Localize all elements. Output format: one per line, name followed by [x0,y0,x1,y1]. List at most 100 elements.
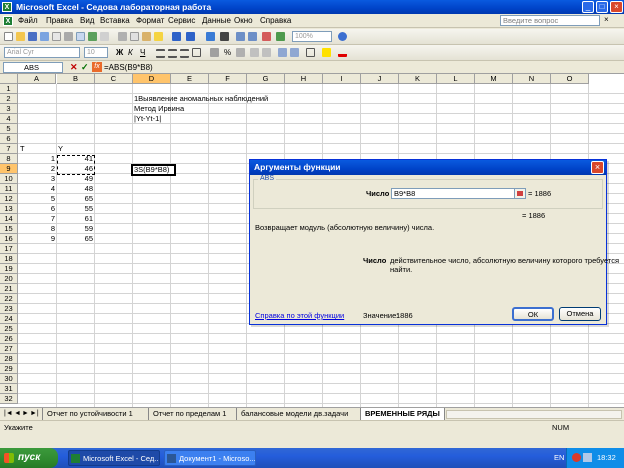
row-header[interactable]: 10 [0,174,18,184]
row-header[interactable]: 4 [0,114,18,124]
column-header[interactable]: I [323,74,361,84]
column-header[interactable]: L [437,74,475,84]
row-header[interactable]: 17 [0,244,18,254]
borders-icon[interactable] [306,48,315,57]
cell-d2[interactable]: 1Выявление аномальных наблюдений [134,94,268,104]
row-header[interactable]: 23 [0,304,18,314]
row-header[interactable]: 12 [0,194,18,204]
collapse-dialog-icon[interactable] [514,188,526,199]
permission-icon[interactable] [40,32,49,41]
row-header[interactable]: 7 [0,144,18,154]
first-sheet-icon[interactable]: |◄ [4,408,13,420]
formula-input[interactable]: =ABS(B9*B8) [104,63,153,72]
cell-y-value[interactable]: 49 [57,174,93,184]
undo-icon[interactable] [172,32,181,41]
zoom-select[interactable]: 100% [292,31,332,42]
cell-t-value[interactable]: 2 [18,164,55,174]
select-all-corner[interactable] [0,74,18,84]
column-header[interactable]: O [551,74,589,84]
row-header[interactable]: 18 [0,254,18,264]
align-left-icon[interactable] [156,49,165,58]
tab-balance-models[interactable]: балансовые модели дв.задачи [236,408,352,420]
number-argument-input[interactable]: B9*B8 [391,188,517,199]
row-header[interactable]: 5 [0,124,18,134]
cell-d4[interactable]: |Yt-Yt-1| [134,114,161,124]
column-header[interactable]: A [18,74,56,84]
cell-y-value[interactable]: 61 [57,214,93,224]
row-header[interactable]: 25 [0,324,18,334]
menu-help[interactable]: Справка [260,16,291,25]
new-icon[interactable] [4,32,13,41]
column-header[interactable]: J [361,74,399,84]
help-link[interactable]: Справка по этой функции [255,311,344,320]
cancel-formula-icon[interactable]: ✕ [70,62,78,73]
cell-b7[interactable]: Y [58,144,63,154]
research-icon[interactable] [100,32,109,41]
hyperlink-icon[interactable] [206,32,215,41]
column-header[interactable]: D [133,74,171,84]
cell-t-value[interactable]: 7 [18,214,55,224]
decrease-decimal-icon[interactable] [262,48,271,57]
copy-icon[interactable] [130,32,139,41]
cell-y-value[interactable]: 59 [57,224,93,234]
open-icon[interactable] [16,32,25,41]
last-sheet-icon[interactable]: ►| [30,408,39,420]
row-header[interactable]: 15 [0,224,18,234]
row-header[interactable]: 16 [0,234,18,244]
chart-wizard-icon[interactable] [262,32,271,41]
tab-time-series[interactable]: ВРЕМЕННЫЕ РЯДЫ [360,408,445,420]
row-header[interactable]: 20 [0,274,18,284]
align-right-icon[interactable] [180,49,189,58]
doc-close-icon[interactable]: × [604,15,609,24]
volume-icon[interactable] [583,453,592,462]
tab-limits-report[interactable]: Отчет по пределам 1 [148,408,230,420]
row-header[interactable]: 3 [0,104,18,114]
cell-y-value[interactable]: 65 [57,234,93,244]
task-excel[interactable]: Microsoft Excel - Сед... [68,450,160,466]
row-header[interactable]: 13 [0,204,18,214]
print-icon[interactable] [64,32,73,41]
merge-center-icon[interactable] [192,48,201,57]
horizontal-scrollbar[interactable] [446,410,622,419]
language-indicator[interactable]: EN [554,453,564,462]
format-painter-icon[interactable] [154,32,163,41]
task-word[interactable]: Документ1 - Microso... [164,450,256,466]
increase-decimal-icon[interactable] [250,48,259,57]
dialog-close-button[interactable]: × [591,161,604,174]
row-header[interactable]: 32 [0,394,18,404]
cell-t-value[interactable]: 4 [18,184,55,194]
cell-t-value[interactable]: 5 [18,194,55,204]
menu-format[interactable]: Формат [136,16,164,25]
column-header[interactable]: B [57,74,95,84]
fill-color-icon[interactable] [322,48,331,57]
font-name-select[interactable]: Arial Cyr [4,47,80,58]
name-box[interactable]: ABS [3,62,63,73]
menu-window[interactable]: Окно [234,16,253,25]
italic-icon[interactable]: К [128,48,133,57]
align-center-icon[interactable] [168,49,177,58]
help-search-input[interactable]: Введите вопрос [500,15,600,26]
close-button[interactable]: × [610,1,623,13]
menu-tools[interactable]: Сервис [168,16,195,25]
row-header[interactable]: 24 [0,314,18,324]
cell-d3[interactable]: Метод Ирвина [134,104,184,114]
cell-y-value[interactable]: 48 [57,184,93,194]
row-header[interactable]: 31 [0,384,18,394]
menu-file[interactable]: Файл [18,16,38,25]
currency-icon[interactable] [210,48,219,57]
security-alert-icon[interactable] [572,453,581,462]
row-header[interactable]: 14 [0,214,18,224]
minimize-button[interactable]: _ [582,1,594,13]
email-icon[interactable] [52,32,61,41]
column-header[interactable]: F [209,74,247,84]
redo-icon[interactable] [186,32,195,41]
maximize-button[interactable]: □ [596,1,608,13]
comma-style-icon[interactable] [236,48,245,57]
menu-data[interactable]: Данные [202,16,231,25]
bold-icon[interactable]: Ж [116,48,123,57]
row-header[interactable]: 22 [0,294,18,304]
next-sheet-icon[interactable]: ► [22,408,29,420]
insert-function-icon[interactable]: fx [92,62,102,72]
row-header[interactable]: 28 [0,354,18,364]
cell-t-value[interactable]: 3 [18,174,55,184]
